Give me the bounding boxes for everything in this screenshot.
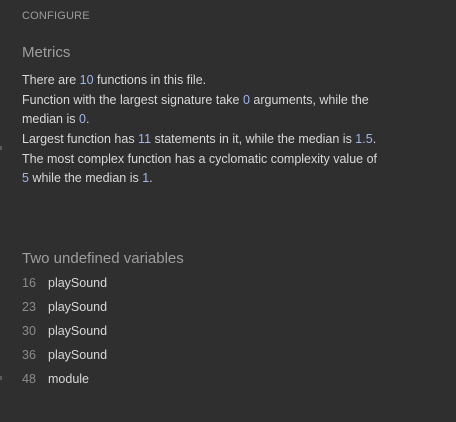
undefined-variable-row[interactable]: 48 module	[22, 369, 107, 393]
metric-value: 5	[22, 171, 29, 185]
variable-name: playSound	[48, 324, 108, 338]
metric-complexity: The most complex function has a cyclomat…	[22, 152, 378, 185]
gutter-marker	[0, 146, 2, 150]
line-number: 48	[22, 372, 36, 386]
variable-name: module	[48, 372, 89, 386]
undefined-variable-row[interactable]: 30 playSound	[22, 321, 107, 345]
undefined-variable-row[interactable]: 23 playSound	[22, 297, 107, 321]
variable-name: playSound	[48, 348, 108, 362]
metric-statements: Largest function has 11 statements in it…	[22, 132, 377, 146]
metric-value: 11	[138, 132, 152, 146]
line-number: 36	[22, 348, 36, 362]
configure-link[interactable]: CONFIGURE	[22, 10, 90, 22]
line-number: 23	[22, 300, 36, 314]
variable-name: playSound	[48, 276, 108, 290]
metric-function-count: There are 10 functions in this file.	[22, 73, 207, 87]
line-number: 30	[22, 324, 36, 338]
gutter-marker	[0, 376, 2, 380]
jshint-report-panel: CONFIGURE Metrics There are 10 functions…	[0, 0, 456, 422]
undefined-variables-list: 16 playSound 23 playSound 30 playSound 36 pl…	[22, 273, 107, 393]
metrics-list: There are 10 functions in this file. Fun…	[22, 71, 382, 189]
metric-value: 10	[79, 73, 94, 87]
variable-name: playSound	[48, 300, 108, 314]
metric-value: 0	[78, 112, 86, 126]
metrics-heading: Metrics	[22, 44, 71, 61]
undefined-variable-row[interactable]: 36 playSound	[22, 345, 107, 369]
line-number: 16	[22, 276, 36, 290]
undefined-variable-row[interactable]: 16 playSound	[22, 273, 107, 297]
metric-value: 0	[242, 93, 250, 107]
metric-signature: Function with the largest signature take…	[22, 93, 369, 126]
metric-value: 1.5	[355, 132, 373, 146]
undefined-variables-heading: Two undefined variables	[22, 250, 184, 267]
